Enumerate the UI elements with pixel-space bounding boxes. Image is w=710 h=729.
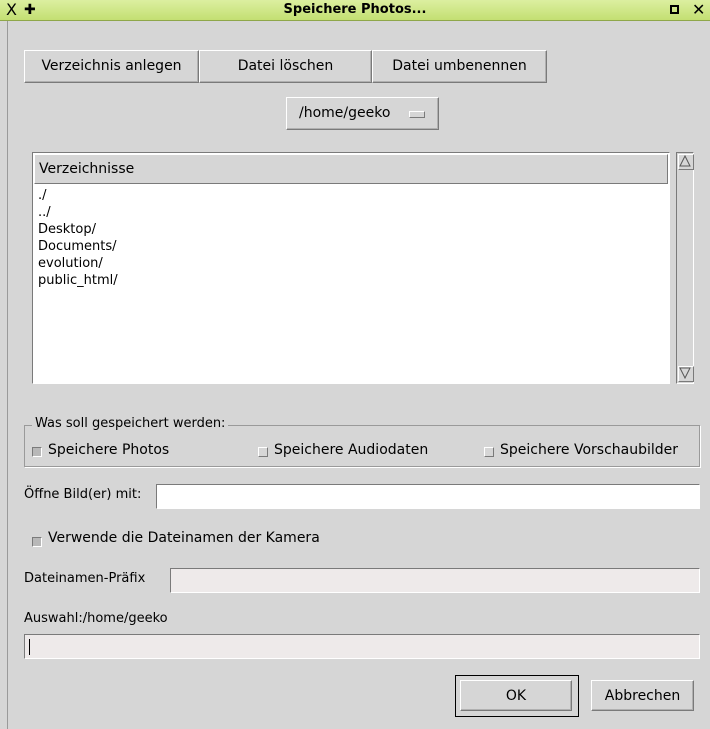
prefix-field[interactable] <box>170 568 700 593</box>
scroll-down-icon[interactable] <box>678 366 694 382</box>
list-scrollbar[interactable] <box>676 152 694 384</box>
save-thumbnails-checkbox[interactable] <box>484 447 494 457</box>
path-dropdown[interactable]: /home/geeko <box>286 97 439 130</box>
list-item[interactable]: Documents/ <box>38 239 117 255</box>
save-audio-label[interactable]: Speichere Audiodaten <box>274 442 428 458</box>
camera-filenames-checkbox[interactable] <box>32 537 42 547</box>
save-photos-checkbox[interactable] <box>32 447 42 457</box>
dropdown-indicator-icon <box>409 111 425 118</box>
list-item[interactable]: ../ <box>38 205 51 221</box>
directory-list[interactable] <box>32 152 670 384</box>
rename-file-button[interactable]: Datei umbenennen <box>372 50 547 83</box>
ok-button[interactable]: OK <box>460 680 572 711</box>
list-item[interactable]: ./ <box>38 188 47 204</box>
selection-input[interactable] <box>25 635 699 658</box>
maximize-icon[interactable] <box>670 5 679 14</box>
list-item[interactable]: evolution/ <box>38 256 103 272</box>
list-item[interactable]: Desktop/ <box>38 222 96 238</box>
save-thumbnails-label[interactable]: Speichere Vorschaubilder <box>500 442 678 458</box>
path-dropdown-value: /home/geeko <box>299 105 391 121</box>
camera-filenames-label[interactable]: Verwende die Dateinamen der Kamera <box>48 530 320 546</box>
delete-file-button[interactable]: Datei löschen <box>199 50 372 83</box>
save-options-label: Was soll gespeichert werden: <box>32 416 229 431</box>
open-with-field[interactable] <box>156 484 700 509</box>
prefix-input[interactable] <box>171 569 699 592</box>
selection-label: Auswahl:/home/geeko <box>24 611 168 626</box>
open-with-label: Öffne Bild(er) mit: <box>24 487 142 502</box>
save-audio-checkbox[interactable] <box>258 447 268 457</box>
scroll-up-icon[interactable] <box>678 154 694 170</box>
prefix-label: Dateinamen-Präfix <box>24 571 146 586</box>
directory-list-header[interactable]: Verzeichnisse <box>34 154 668 184</box>
title-bar[interactable]: X ✚ Speichere Photos... ✕ <box>0 0 710 21</box>
window-border <box>0 21 8 729</box>
close-icon[interactable]: ✕ <box>692 0 705 20</box>
selection-field[interactable] <box>24 634 700 659</box>
list-item[interactable]: public_html/ <box>38 273 118 289</box>
text-cursor <box>29 639 30 655</box>
create-directory-button[interactable]: Verzeichnis anlegen <box>24 50 199 83</box>
save-photos-label[interactable]: Speichere Photos <box>48 442 169 458</box>
cancel-button[interactable]: Abbrechen <box>591 680 694 711</box>
window-title: Speichere Photos... <box>283 2 427 17</box>
open-with-input[interactable] <box>157 485 699 508</box>
